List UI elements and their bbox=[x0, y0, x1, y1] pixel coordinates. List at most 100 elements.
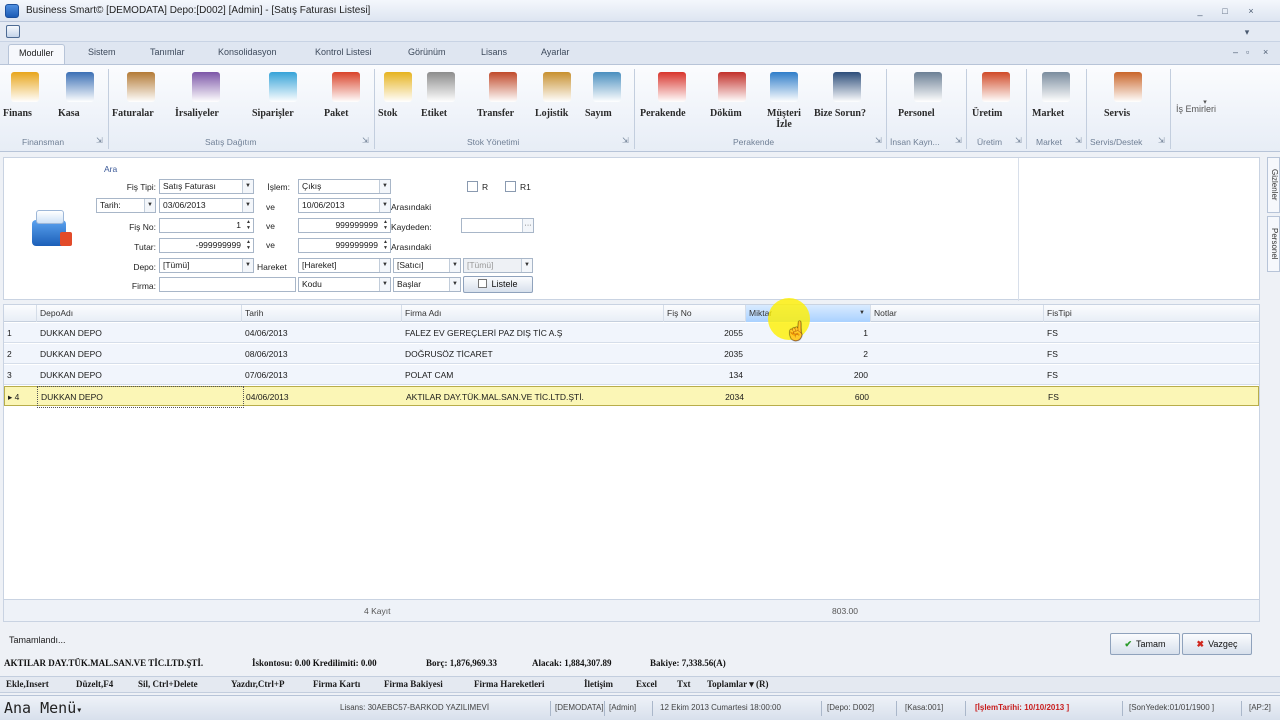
fistipi-cell[interactable]: FS bbox=[1045, 387, 1260, 407]
fis-no-cell[interactable]: 2055 bbox=[664, 323, 746, 343]
perakende-button[interactable]: Perakende bbox=[640, 68, 704, 126]
column-header-tarih[interactable]: Tarih bbox=[242, 305, 402, 322]
tutar-to-input[interactable]: 999999999 ▲ ▼ bbox=[298, 238, 391, 253]
firma-field-select[interactable]: Kodu ▼ bbox=[298, 277, 391, 292]
side-tab-gizlenler[interactable]: Gizlenler bbox=[1267, 157, 1280, 213]
firma-input[interactable] bbox=[159, 277, 296, 292]
is-emirleri-button[interactable]: İş Emirleri ▾ bbox=[1176, 98, 1234, 156]
kaydeden-input[interactable]: ··· bbox=[461, 218, 534, 233]
musteri-izle-button[interactable]: Müşteri İzle bbox=[760, 68, 808, 130]
group-launcher-icon[interactable]: ⇲ bbox=[1075, 136, 1082, 145]
column-header-firma[interactable]: Firma Adı bbox=[402, 305, 664, 322]
miktar-cell[interactable]: 2 bbox=[746, 344, 871, 364]
mdi-restore-button[interactable]: ▫ bbox=[1246, 47, 1249, 57]
notlar-cell[interactable] bbox=[872, 387, 1045, 407]
close-button[interactable]: × bbox=[1244, 5, 1258, 17]
row-number-cell[interactable]: 2 bbox=[4, 344, 37, 364]
table-row[interactable]: 2 DUKKAN DEPO 08/06/2013 DOĞRUSÖZ TİCARET 20… bbox=[4, 344, 1259, 364]
tab-ayarlar[interactable]: Ayarlar bbox=[541, 47, 569, 57]
column-header-fistipi[interactable]: FisTipi bbox=[1044, 305, 1259, 322]
satici-select[interactable]: [Satıcı] ▼ bbox=[393, 258, 461, 273]
firma-cell[interactable]: AKTILAR DAY.TÜK.MAL.SAN.VE TİC.LTD.ŞTİ. bbox=[403, 387, 665, 407]
tamam-button[interactable]: ✔ Tamam bbox=[1110, 633, 1180, 655]
fis-no-to-input[interactable]: 999999999 ▲ ▼ bbox=[298, 218, 391, 233]
shortcut-toplamlar[interactable]: Toplamlar ▾ (R) bbox=[707, 679, 769, 690]
transfer-button[interactable]: Transfer bbox=[477, 68, 529, 126]
group-launcher-icon[interactable]: ⇲ bbox=[1015, 136, 1022, 145]
fis-no-cell[interactable]: 2035 bbox=[664, 344, 746, 364]
fis-no-cell[interactable]: 2034 bbox=[665, 387, 747, 407]
shortcut-iletisim[interactable]: İletişim bbox=[584, 679, 613, 689]
lojistik-button[interactable]: Lojistik bbox=[535, 68, 579, 126]
tab-kontrol-listesi[interactable]: Kontrol Listesi bbox=[315, 47, 372, 57]
notlar-cell[interactable] bbox=[871, 323, 1044, 343]
table-row[interactable]: 1 DUKKAN DEPO 04/06/2013 FALEZ EV GEREÇLERİ… bbox=[4, 323, 1259, 343]
shortcut-yazdir[interactable]: Yazdır,Ctrl+P bbox=[231, 679, 285, 689]
shortcut-txt[interactable]: Txt bbox=[677, 679, 691, 689]
market-button[interactable]: Market bbox=[1032, 68, 1080, 126]
group-launcher-icon[interactable]: ⇲ bbox=[955, 136, 962, 145]
personel-button[interactable]: Personel bbox=[898, 68, 958, 126]
column-header-notlar[interactable]: Notlar bbox=[871, 305, 1044, 322]
islem-select[interactable]: Çıkış ▼ bbox=[298, 179, 391, 194]
servis-button[interactable]: Servis bbox=[1104, 68, 1152, 126]
depo-select[interactable]: [Tümü] ▼ bbox=[159, 258, 254, 273]
faturalar-button[interactable]: Faturalar bbox=[112, 68, 170, 126]
quick-access-icon[interactable] bbox=[6, 25, 20, 38]
tutar-from-input[interactable]: -999999999 ▲ ▼ bbox=[159, 238, 254, 253]
notlar-cell[interactable] bbox=[871, 365, 1044, 385]
shortcut-firma-bakiyesi[interactable]: Firma Bakiyesi bbox=[384, 679, 443, 689]
paket-button[interactable]: Paket bbox=[324, 68, 368, 126]
fistipi-cell[interactable]: FS bbox=[1044, 365, 1259, 385]
fis-no-from-input[interactable]: 1 ▲ ▼ bbox=[159, 218, 254, 233]
row-number-cell[interactable]: 3 bbox=[4, 365, 37, 385]
fistipi-cell[interactable]: FS bbox=[1044, 344, 1259, 364]
vazgec-button[interactable]: ✖ Vazgeç bbox=[1182, 633, 1252, 655]
ana-menu-button[interactable]: Ana Menü▾ bbox=[4, 699, 82, 717]
tarih-cell[interactable]: 04/06/2013 bbox=[242, 323, 402, 343]
hareket-select[interactable]: [Hareket] ▼ bbox=[298, 258, 391, 273]
fis-no-cell[interactable]: 134 bbox=[664, 365, 746, 385]
group-launcher-icon[interactable]: ⇲ bbox=[96, 136, 103, 145]
minimize-button[interactable]: _ bbox=[1193, 5, 1207, 17]
depo-cell[interactable]: DUKKAN DEPO bbox=[37, 386, 244, 408]
match-mode-select[interactable]: Başlar ▼ bbox=[393, 277, 461, 292]
bize-sorun-button[interactable]: Bize Sorun? bbox=[814, 68, 880, 126]
depo-cell[interactable]: DUKKAN DEPO bbox=[37, 344, 242, 364]
firma-cell[interactable]: DOĞRUSÖZ TİCARET bbox=[402, 344, 664, 364]
tab-sistem[interactable]: Sistem bbox=[88, 47, 116, 57]
listele-button[interactable]: Listele bbox=[463, 276, 533, 293]
kasa-button[interactable]: Kasa bbox=[58, 68, 102, 126]
tab-tanimlar[interactable]: Tanımlar bbox=[150, 47, 185, 57]
depo-cell[interactable]: DUKKAN DEPO bbox=[37, 365, 242, 385]
column-header-fis-no[interactable]: Fiş No bbox=[664, 305, 746, 322]
group-launcher-icon[interactable]: ⇲ bbox=[875, 136, 882, 145]
uretim-button[interactable]: Üretim bbox=[972, 68, 1020, 126]
r1-checkbox[interactable] bbox=[505, 181, 516, 192]
tarih-cell[interactable]: 04/06/2013 bbox=[243, 387, 403, 407]
depo-cell[interactable]: DUKKAN DEPO bbox=[37, 323, 242, 343]
stok-button[interactable]: Stok bbox=[378, 68, 418, 126]
tarih-from-date[interactable]: 03/06/2013 ▼ bbox=[159, 198, 254, 213]
etiket-button[interactable]: Etiket bbox=[421, 68, 461, 126]
shortcut-duzelt[interactable]: Düzelt,F4 bbox=[76, 679, 113, 689]
tarih-cell[interactable]: 07/06/2013 bbox=[242, 365, 402, 385]
mdi-minimize-button[interactable]: – bbox=[1233, 47, 1238, 57]
irsaliyeler-button[interactable]: İrsaliyeler bbox=[175, 68, 237, 126]
table-row[interactable]: ▸ 4 DUKKAN DEPO 04/06/2013 AKTILAR DAY.TÜK.… bbox=[4, 386, 1260, 408]
miktar-cell[interactable]: 600 bbox=[747, 387, 872, 407]
fis-tipi-select[interactable]: Satış Faturası ▼ bbox=[159, 179, 254, 194]
tab-lisans[interactable]: Lisans bbox=[481, 47, 507, 57]
firma-cell[interactable]: FALEZ EV GEREÇLERİ PAZ DIŞ TİC A.Ş bbox=[402, 323, 664, 343]
firma-cell[interactable]: POLAT CAM bbox=[402, 365, 664, 385]
tarih-cell[interactable]: 08/06/2013 bbox=[242, 344, 402, 364]
dokum-button[interactable]: Döküm bbox=[710, 68, 754, 126]
fistipi-cell[interactable]: FS bbox=[1044, 323, 1259, 343]
shortcut-ekle[interactable]: Ekle,Insert bbox=[6, 679, 49, 689]
miktar-cell[interactable]: 200 bbox=[746, 365, 871, 385]
group-launcher-icon[interactable]: ⇲ bbox=[622, 136, 629, 145]
maximize-button[interactable]: □ bbox=[1218, 5, 1232, 17]
table-row[interactable]: 3 DUKKAN DEPO 07/06/2013 POLAT CAM 134 200 FS bbox=[4, 365, 1259, 385]
app-icon[interactable] bbox=[5, 4, 19, 18]
tab-moduller[interactable]: Moduller bbox=[8, 44, 65, 65]
